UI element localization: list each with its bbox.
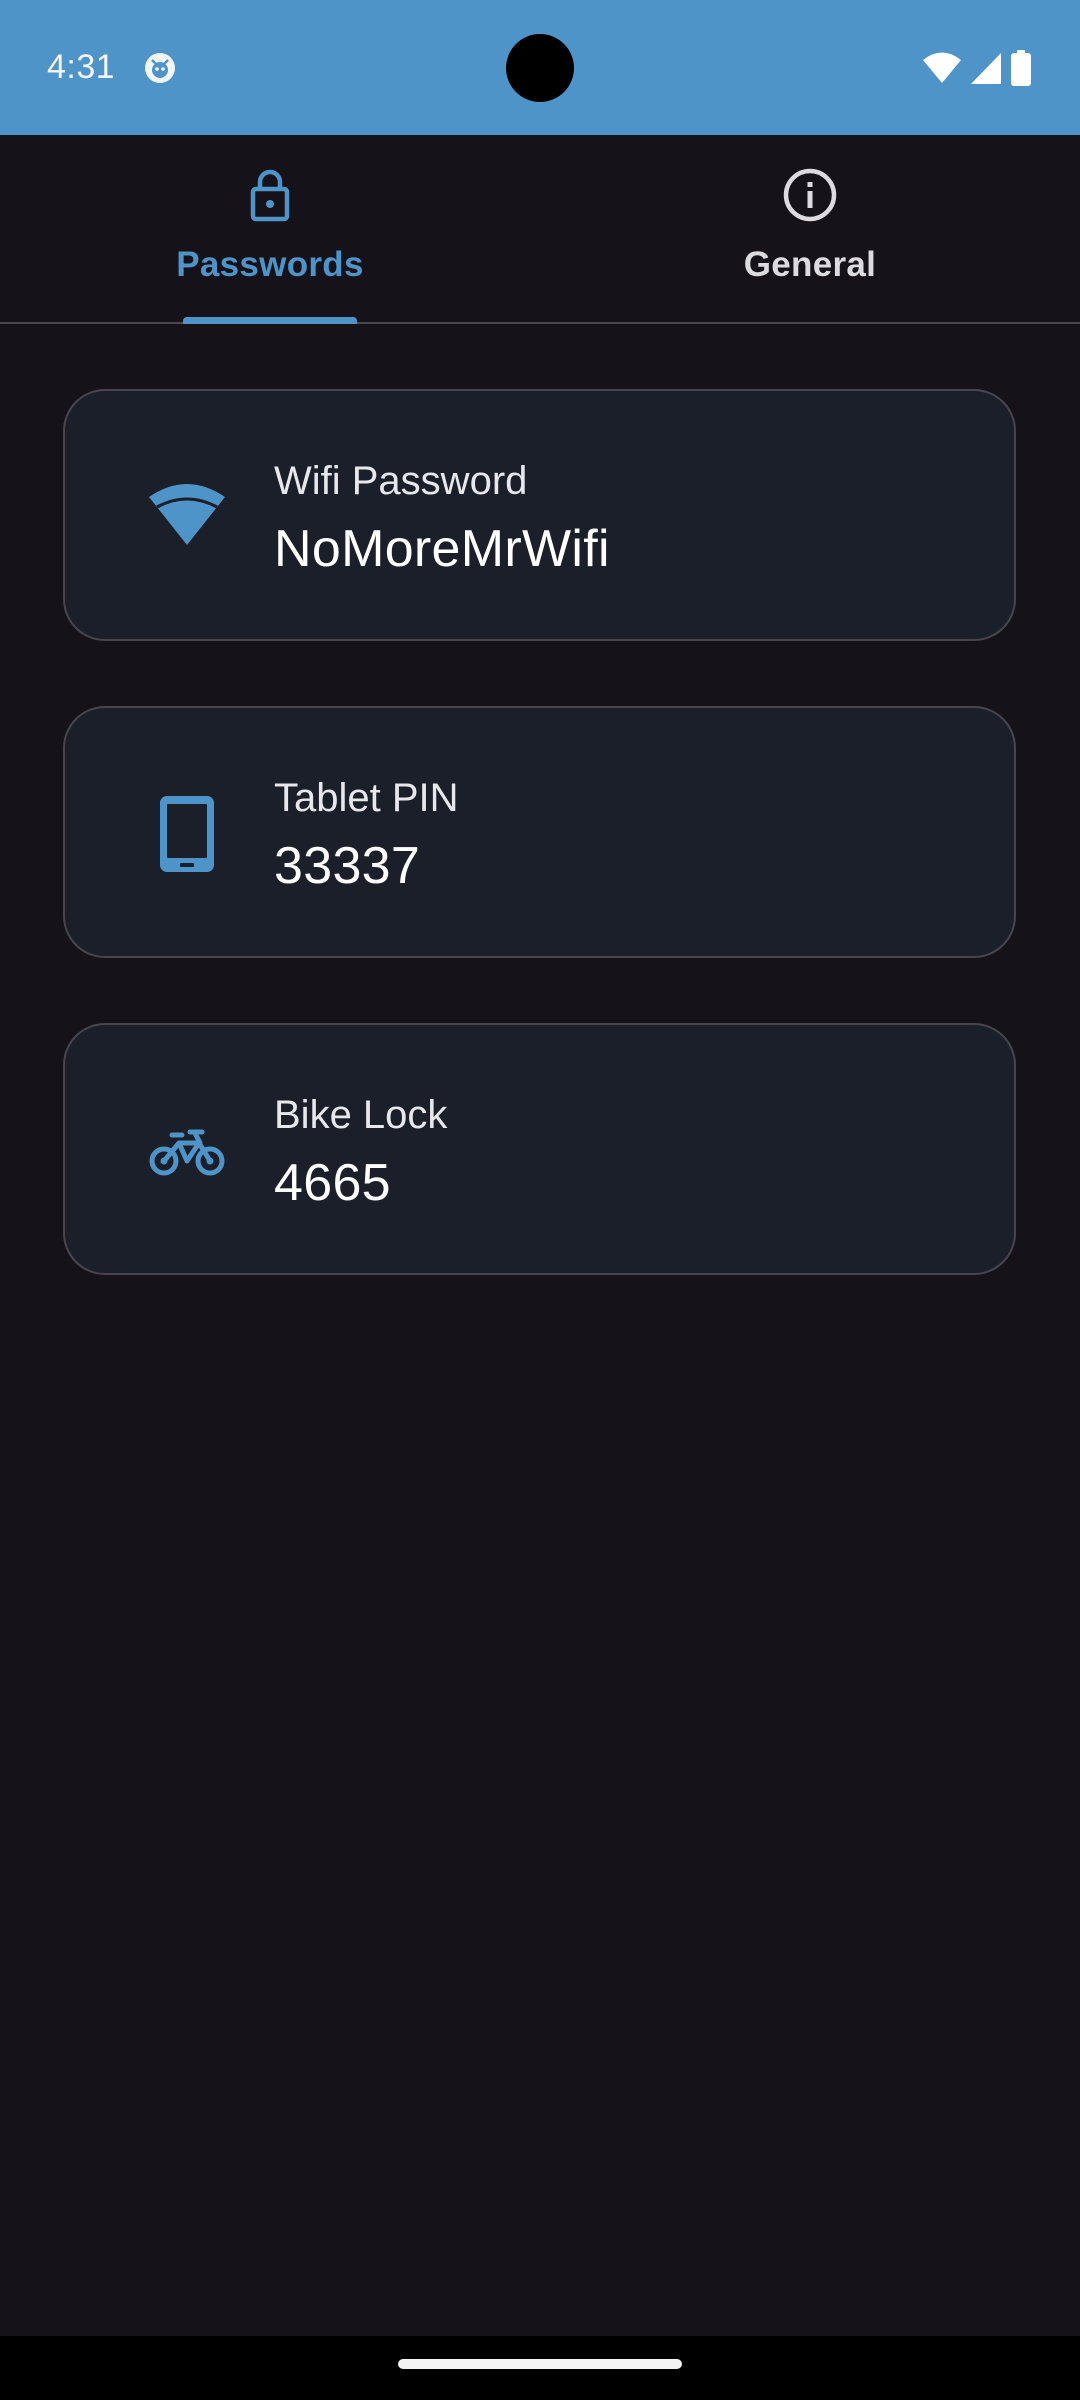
app-notification-icon	[145, 53, 175, 83]
home-gesture-handle[interactable]	[398, 2359, 682, 2369]
tab-label: Passwords	[176, 245, 364, 284]
tab-passwords[interactable]: Passwords	[0, 135, 540, 324]
battery-icon	[1011, 50, 1031, 86]
status-bar: 4:31	[0, 0, 1080, 135]
password-card-wifi[interactable]: Wifi Password NoMoreMrWifi	[63, 389, 1016, 641]
status-time: 4:31	[47, 48, 116, 86]
entry-label: Bike Lock	[274, 1093, 448, 1137]
entry-value: 33337	[274, 837, 421, 895]
tab-label: General	[743, 245, 877, 284]
app-screen: 4:31 Passwords General Wifi Password NoM…	[0, 0, 1080, 2400]
cellular-signal-icon	[971, 53, 1001, 84]
info-icon	[783, 168, 837, 222]
wifi-icon	[149, 484, 225, 545]
entry-value: NoMoreMrWifi	[274, 520, 610, 578]
password-card-tablet[interactable]: Tablet PIN 33337	[63, 706, 1016, 958]
lock-icon	[250, 169, 290, 222]
tab-bar: Passwords General	[0, 135, 1080, 324]
camera-cutout	[506, 34, 574, 102]
entry-label: Wifi Password	[274, 459, 528, 503]
tablet-icon	[160, 796, 214, 872]
tab-general[interactable]: General	[540, 135, 1080, 322]
entry-value: 4665	[274, 1154, 391, 1212]
entry-label: Tablet PIN	[274, 776, 459, 820]
wifi-icon	[923, 52, 961, 83]
bike-icon	[149, 1129, 225, 1176]
selected-tab-indicator	[183, 317, 357, 324]
password-card-bike[interactable]: Bike Lock 4665	[63, 1023, 1016, 1275]
status-icons	[922, 50, 1032, 86]
